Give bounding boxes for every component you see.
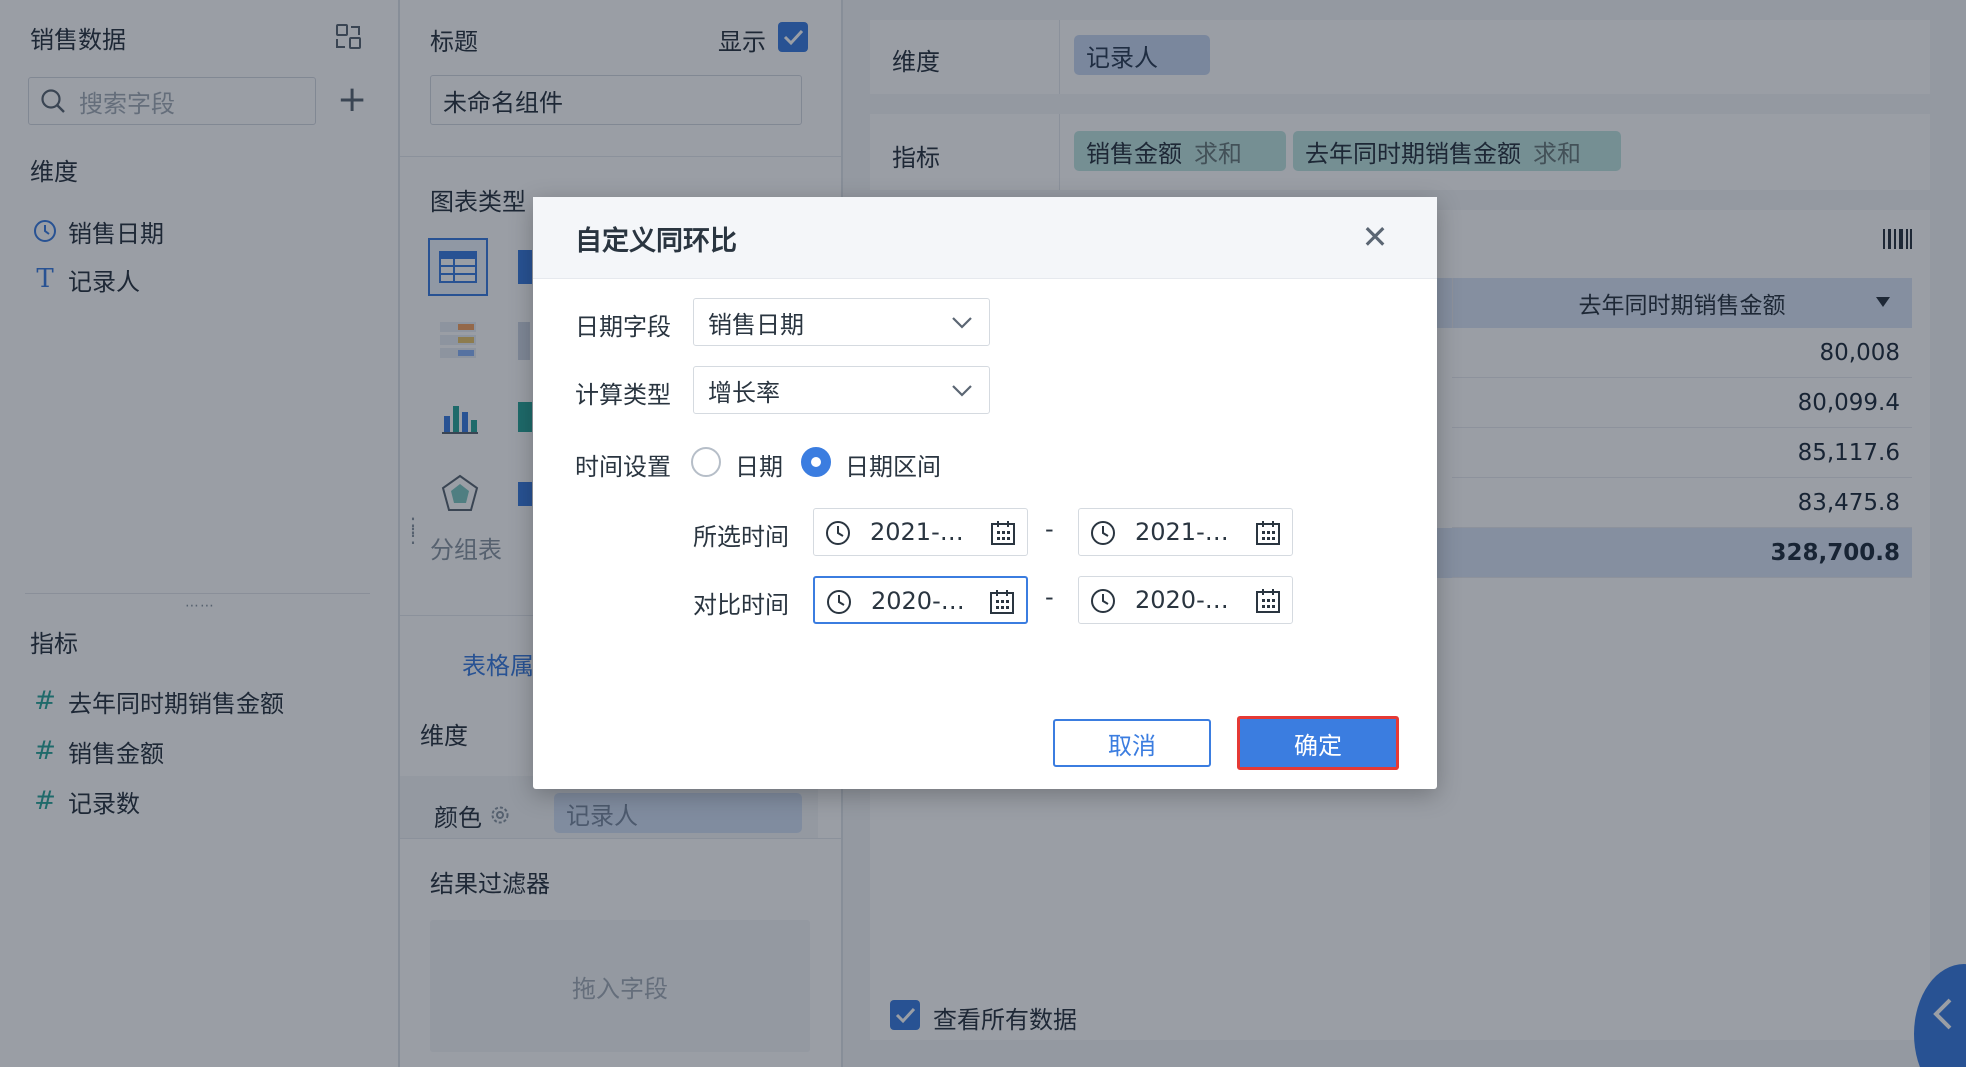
calc-type-label: 计算类型 [575, 381, 671, 409]
close-icon[interactable]: ✕ [1353, 215, 1397, 259]
date-value: 2021-… [870, 518, 964, 546]
radio-date-label: 日期 [735, 453, 783, 481]
compare-end-date-input[interactable]: 2020-… [1078, 576, 1293, 624]
date-value: 2021-… [1135, 518, 1229, 546]
cancel-button[interactable]: 取消 [1053, 719, 1211, 767]
date-value: 2020-… [1135, 586, 1229, 614]
calendar-icon[interactable] [989, 519, 1017, 547]
range-dash: - [1045, 583, 1054, 611]
selected-start-date-input[interactable]: 2021-… [813, 508, 1028, 556]
clock-icon [1091, 521, 1115, 545]
radio-date-range[interactable] [801, 447, 831, 477]
calc-type-value: 增长率 [708, 378, 780, 407]
clock-icon [826, 521, 850, 545]
time-setting-label: 时间设置 [575, 453, 671, 481]
calendar-icon[interactable] [1254, 587, 1282, 615]
selected-time-label: 所选时间 [693, 523, 789, 551]
date-field-value: 销售日期 [708, 310, 804, 339]
selected-end-date-input[interactable]: 2021-… [1078, 508, 1293, 556]
compare-time-label: 对比时间 [693, 591, 789, 619]
date-field-select[interactable]: 销售日期 [693, 298, 990, 346]
radio-date[interactable] [691, 447, 721, 477]
confirm-button[interactable]: 确定 [1237, 716, 1399, 770]
radio-date-range-label: 日期区间 [845, 453, 941, 481]
custom-yoy-dialog: 自定义同环比 ✕ 日期字段 销售日期 计算类型 增长率 时间设置 日期 日期区间… [533, 197, 1437, 789]
chevron-down-icon [952, 317, 972, 329]
dialog-header: 自定义同环比 ✕ [533, 197, 1437, 279]
compare-start-date-input[interactable]: 2020-… [813, 576, 1028, 624]
date-value: 2020-… [871, 587, 965, 615]
range-dash: - [1045, 515, 1054, 543]
calendar-icon[interactable] [1254, 519, 1282, 547]
chevron-down-icon [952, 385, 972, 397]
dialog-title: 自定义同环比 [575, 226, 737, 257]
calc-type-select[interactable]: 增长率 [693, 366, 990, 414]
clock-icon [1091, 589, 1115, 613]
calendar-icon[interactable] [988, 588, 1016, 616]
date-field-label: 日期字段 [575, 313, 671, 341]
clock-icon [827, 590, 851, 614]
